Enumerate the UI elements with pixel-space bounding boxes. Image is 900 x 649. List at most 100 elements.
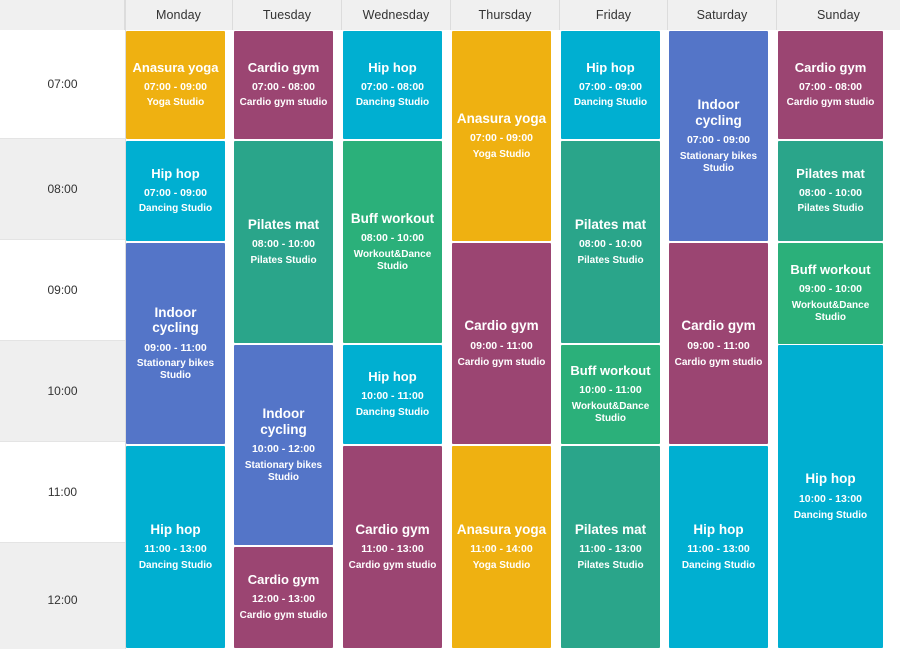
event-room: Workout&Dance Studio <box>353 249 432 273</box>
time-label: 09:00 <box>47 283 78 297</box>
event-time-range: 07:00 - 09:00 <box>469 132 534 145</box>
event-room: Dancing Studio <box>138 203 213 215</box>
event-title: Buff workout <box>570 363 651 379</box>
event-room: Pilates Studio <box>577 255 644 267</box>
event-block[interactable]: Hip hop 07:00 - 08:00 Dancing Studio <box>343 31 442 139</box>
event-time-range: 09:00 - 11:00 <box>687 339 750 352</box>
event-room: Cardio gym studio <box>457 356 546 368</box>
event-title: Hip hop <box>805 471 856 487</box>
day-header-monday[interactable]: Monday <box>125 0 233 30</box>
day-header-thursday[interactable]: Thursday <box>451 0 560 30</box>
event-title: Buff workout <box>790 262 871 278</box>
time-label: 08:00 <box>47 182 78 196</box>
timetable-corner-cell <box>0 0 125 30</box>
event-block[interactable]: Cardio gym 09:00 - 11:00 Cardio gym studio <box>452 243 551 444</box>
event-time-range: 09:00 - 11:00 <box>470 339 533 352</box>
event-title: Pilates mat <box>574 521 647 537</box>
event-block[interactable]: Cardio gym 07:00 - 08:00 Cardio gym studio <box>234 31 333 139</box>
event-block[interactable]: Cardio gym 11:00 - 13:00 Cardio gym studio <box>343 446 442 648</box>
event-time-range: 07:00 - 09:00 <box>578 80 643 93</box>
event-room: Dancing Studio <box>573 97 648 109</box>
event-title: Hip hop <box>151 165 200 181</box>
event-time-range: 12:00 - 13:00 <box>251 593 316 606</box>
event-room: Pilates Studio <box>577 560 644 572</box>
event-block[interactable]: Indoor cycling 10:00 - 12:00 Stationary bi… <box>234 345 333 545</box>
event-title: Cardio gym <box>247 572 320 588</box>
event-title: Anasura yoga <box>456 521 547 537</box>
event-block[interactable]: Anasura yoga 07:00 - 09:00 Yoga Studio <box>126 31 225 139</box>
event-time-range: 07:00 - 09:00 <box>143 80 208 93</box>
event-room: Dancing Studio <box>681 560 756 572</box>
day-header-saturday[interactable]: Saturday <box>668 0 777 30</box>
event-title: Hip hop <box>693 521 744 537</box>
event-time-range: 07:00 - 09:00 <box>686 134 751 147</box>
day-header-friday[interactable]: Friday <box>560 0 668 30</box>
day-header-tuesday[interactable]: Tuesday <box>233 0 342 30</box>
event-title: Hip hop <box>368 59 417 75</box>
event-room: Cardio gym studio <box>674 356 763 368</box>
day-header-sunday[interactable]: Sunday <box>777 0 900 30</box>
event-block[interactable]: Buff workout 10:00 - 11:00 Workout&Dance S… <box>561 345 660 444</box>
event-title: Pilates mat <box>247 216 320 232</box>
event-time-range: 09:00 - 11:00 <box>144 341 207 354</box>
event-block[interactable]: Pilates mat 08:00 - 10:00 Pilates Studio <box>561 141 660 343</box>
event-room: Pilates Studio <box>797 203 864 215</box>
day-header-wednesday[interactable]: Wednesday <box>342 0 451 30</box>
time-label: 10:00 <box>47 384 78 398</box>
event-title: Cardio gym <box>355 521 430 537</box>
event-time-range: 11:00 - 13:00 <box>361 543 424 556</box>
time-label: 12:00 <box>47 593 78 607</box>
event-block[interactable]: Pilates mat 08:00 - 10:00 Pilates Studio <box>778 141 883 241</box>
event-time-range: 10:00 - 11:00 <box>579 384 642 397</box>
event-block[interactable]: Pilates mat 11:00 - 13:00 Pilates Studio <box>561 446 660 648</box>
event-title: Indoor cycling <box>260 406 307 437</box>
event-block[interactable]: Indoor cycling 07:00 - 09:00 Stationary bi… <box>669 31 768 241</box>
event-block[interactable]: Hip hop 07:00 - 09:00 Dancing Studio <box>126 141 225 241</box>
day-header-row: Monday Tuesday Wednesday Thursday Friday Satu… <box>0 0 900 30</box>
event-block[interactable]: Hip hop 07:00 - 09:00 Dancing Studio <box>561 31 660 139</box>
event-time-range: 07:00 - 09:00 <box>143 186 208 199</box>
event-block[interactable]: Hip hop 10:00 - 13:00 Dancing Studio <box>778 345 883 648</box>
event-room: Stationary bikes Studio <box>136 358 215 382</box>
event-title: Pilates mat <box>796 165 865 181</box>
event-title: Indoor cycling <box>695 97 742 128</box>
event-room: Dancing Studio <box>355 97 430 109</box>
event-block[interactable]: Hip hop 10:00 - 11:00 Dancing Studio <box>343 345 442 444</box>
event-title: Cardio gym <box>464 318 539 334</box>
event-block[interactable]: Buff workout 08:00 - 10:00 Workout&Dance S… <box>343 141 442 343</box>
event-block[interactable]: Cardio gym 07:00 - 08:00 Cardio gym studio <box>778 31 883 139</box>
event-room: Cardio gym studio <box>786 97 875 109</box>
event-time-range: 11:00 - 13:00 <box>144 543 207 556</box>
time-label: 07:00 <box>47 77 78 91</box>
event-time-range: 07:00 - 08:00 <box>798 80 863 93</box>
event-title: Hip hop <box>150 521 201 537</box>
event-title: Hip hop <box>368 369 417 385</box>
event-time-range: 11:00 - 13:00 <box>687 543 750 556</box>
event-block[interactable]: Hip hop 11:00 - 13:00 Dancing Studio <box>669 446 768 648</box>
event-block[interactable]: Hip hop 11:00 - 13:00 Dancing Studio <box>126 446 225 648</box>
event-title: Anasura yoga <box>456 110 547 126</box>
event-block[interactable]: Anasura yoga 07:00 - 09:00 Yoga Studio <box>452 31 551 241</box>
event-block[interactable]: Cardio gym 09:00 - 11:00 Cardio gym studio <box>669 243 768 444</box>
event-time-range: 11:00 - 13:00 <box>579 543 642 556</box>
event-room: Workout&Dance Studio <box>571 400 650 424</box>
event-block[interactable]: Buff workout 09:00 - 10:00 Workout&Dance S… <box>778 243 883 344</box>
event-block[interactable]: Pilates mat 08:00 - 10:00 Pilates Studio <box>234 141 333 343</box>
event-title: Anasura yoga <box>132 59 219 75</box>
event-time-range: 11:00 - 14:00 <box>470 543 533 556</box>
event-room: Yoga Studio <box>472 560 531 572</box>
event-room: Stationary bikes Studio <box>679 150 758 174</box>
event-room: Pilates Studio <box>250 255 317 267</box>
event-title: Cardio gym <box>681 318 756 334</box>
event-block[interactable]: Anasura yoga 11:00 - 14:00 Yoga Studio <box>452 446 551 648</box>
event-room: Workout&Dance Studio <box>791 299 870 323</box>
event-room: Dancing Studio <box>138 560 213 572</box>
weekly-timetable: 07:00 08:00 09:00 10:00 11:00 12:00 Anasura y… <box>0 0 900 649</box>
event-block[interactable]: Cardio gym 12:00 - 13:00 Cardio gym studio <box>234 547 333 648</box>
event-title: Buff workout <box>350 210 435 226</box>
event-block[interactable]: Indoor cycling 09:00 - 11:00 Stationary bi… <box>126 243 225 444</box>
event-time-range: 09:00 - 10:00 <box>798 283 863 296</box>
event-time-range: 10:00 - 12:00 <box>251 443 316 456</box>
event-time-range: 08:00 - 10:00 <box>798 186 863 199</box>
event-room: Stationary bikes Studio <box>244 459 323 483</box>
